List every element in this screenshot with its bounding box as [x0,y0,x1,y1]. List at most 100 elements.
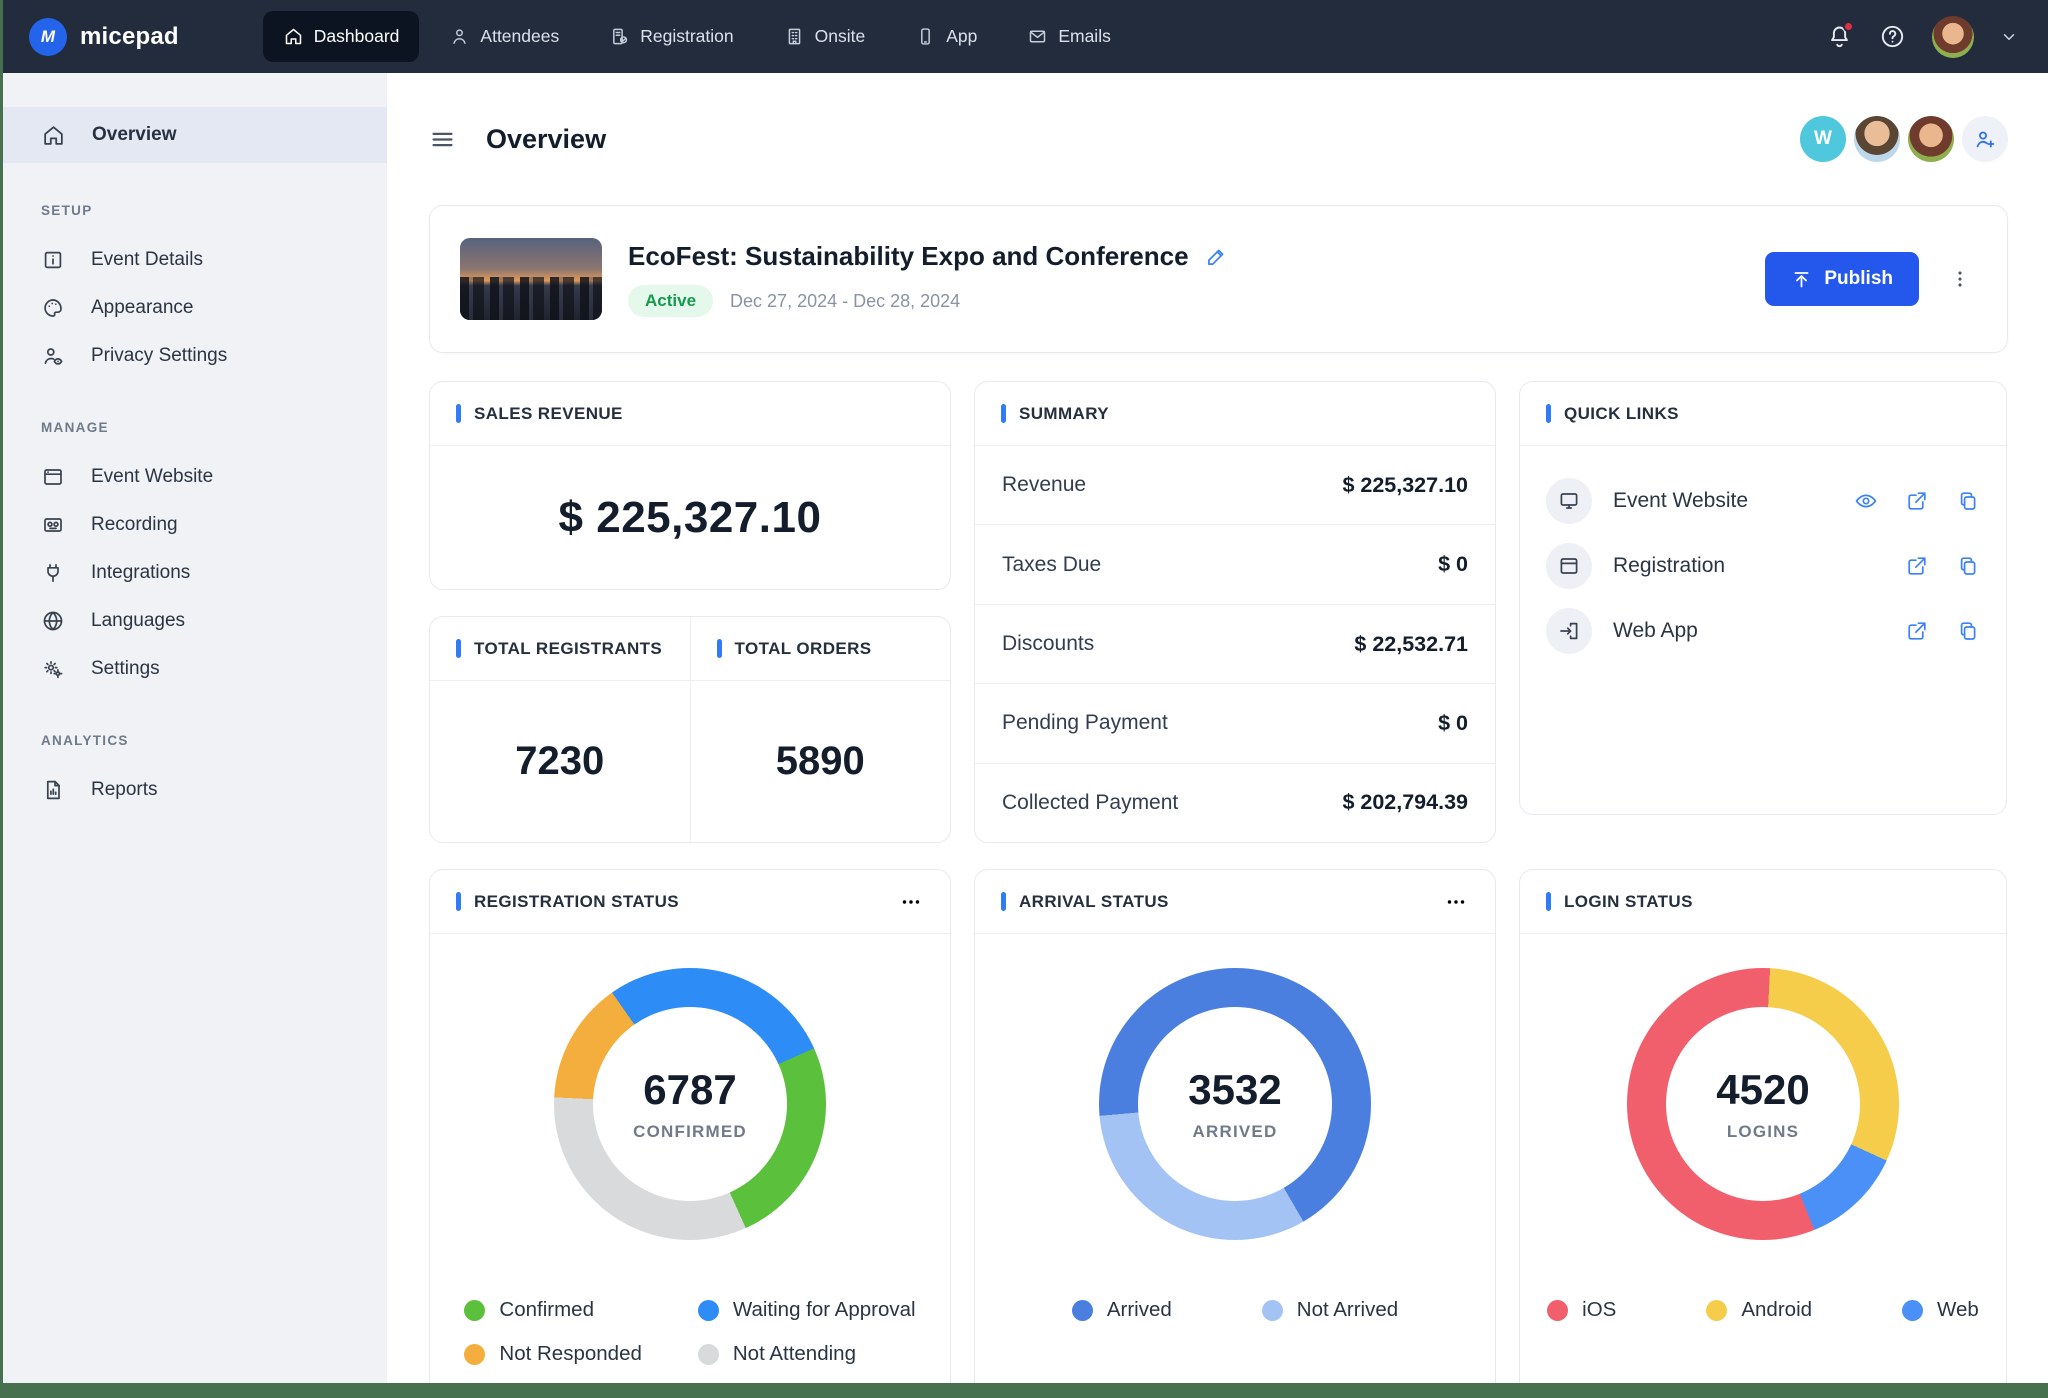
sidebar-item-overview[interactable]: Overview [3,107,387,163]
sidebar-item-privacy-settings[interactable]: Privacy Settings [3,332,387,380]
event-card: EcoFest: Sustainability Expo and Confere… [429,205,2008,353]
login-status-card: LOGIN STATUS 4520 LOGINS iOS Android [1519,869,2007,1383]
user-avatar[interactable] [1932,16,1974,58]
edit-event-title-button[interactable] [1205,245,1228,268]
quick-link-type-icon [1546,543,1592,589]
collapse-sidebar-button[interactable] [429,126,456,153]
accent-bar [1001,404,1006,423]
account-menu-button[interactable] [2000,28,2018,46]
legend-dot [464,1344,485,1365]
sidebar-section-analytics: ANALYTICS Reports [3,733,387,814]
sidebar-item-settings[interactable]: Settings [3,645,387,693]
legend-item: Confirmed [464,1298,641,1322]
attendees-icon [449,26,470,47]
open-link-icon [1905,489,1929,513]
sidebar-item-appearance[interactable]: Appearance [3,284,387,332]
arrival-status-card: ARRIVAL STATUS 3532 ARRIVED Arrived Not … [974,869,1496,1383]
sales-revenue-value: $ 225,327.10 [430,446,950,589]
home-icon [41,123,66,148]
notification-dot [1843,21,1854,32]
page-header: Overview W [429,113,2008,165]
accent-bar [717,639,722,658]
copy-button[interactable] [1956,554,1980,578]
summary-value: $ 225,327.10 [1342,473,1468,498]
brand[interactable]: M micepad [29,18,179,56]
status-badge: Active [628,285,713,317]
donut-center-value: 4520 [1716,1066,1809,1114]
card-menu-button[interactable] [898,889,924,915]
nav-item-dashboard[interactable]: Dashboard [263,11,420,62]
ellipsis-icon [898,889,924,915]
legend-item: Arrived [1072,1298,1172,1322]
summary-row: Collected Payment $ 202,794.39 [975,763,1495,842]
sidebar-item-reports[interactable]: Reports [3,766,387,814]
card-title: SALES REVENUE [474,404,623,424]
card-title: LOGIN STATUS [1564,892,1693,912]
donut-chart: 6787 CONFIRMED [554,968,826,1240]
nav-item-registration[interactable]: Registration [589,11,753,62]
app-icon [915,26,936,47]
nav-item-emails[interactable]: Emails [1007,11,1131,62]
micepad-logo-icon: M [29,18,67,56]
donut-center-label: ARRIVED [1193,1122,1278,1142]
open-link-icon [1905,554,1929,578]
open-link-button[interactable] [1905,554,1929,578]
publish-button[interactable]: Publish [1765,252,1919,306]
sidebar-item-recording[interactable]: Recording [3,501,387,549]
legend-item: Not Responded [464,1342,641,1366]
chart-legend: Arrived Not Arrived [975,1298,1495,1322]
quick-links-card: QUICK LINKS Event Website Registration W… [1519,381,2007,815]
sidebar-section-title: SETUP [3,203,387,218]
legend-dot [1072,1300,1093,1321]
chevron-down-icon [2000,28,2018,46]
brand-name: micepad [80,23,179,51]
summary-row: Pending Payment $ 0 [975,683,1495,762]
nav-item-attendees[interactable]: Attendees [429,11,579,62]
sidebar-item-label: Overview [92,124,177,146]
legend-label: Android [1741,1298,1812,1322]
legend-item: Web [1902,1298,1979,1322]
team-avatar[interactable] [1854,116,1900,162]
team-avatar[interactable] [1908,116,1954,162]
legend-label: Waiting for Approval [733,1298,916,1322]
web-app-icon [1557,619,1581,643]
open-link-button[interactable] [1905,619,1929,643]
open-link-icon [1905,619,1929,643]
sidebar-item-event-details[interactable]: Event Details [3,236,387,284]
team-avatar-initial[interactable]: W [1800,116,1846,162]
quick-link-label: Event Website [1613,489,1748,513]
legend-dot [1262,1300,1283,1321]
copy-button[interactable] [1956,489,1980,513]
legend-dot [1547,1300,1568,1321]
monitor-icon [1557,489,1581,513]
pencil-icon [1205,245,1228,268]
donut-chart: 3532 ARRIVED [1099,968,1371,1240]
sidebar: Overview SETUP Event Details Appearance … [3,73,387,1383]
add-member-button[interactable] [1962,116,2008,162]
main-content: Overview W EcoFest: Sustainability Expo … [387,73,2048,1383]
sidebar-section-title: MANAGE [3,420,387,435]
summary-row: Taxes Due $ 0 [975,524,1495,603]
summary-label: Pending Payment [1002,711,1168,735]
help-button[interactable] [1879,23,1906,50]
app-window: M micepad Dashboard Attendees Registrati… [3,0,2048,1383]
nav-item-onsite[interactable]: Onsite [764,11,886,62]
card-title: TOTAL ORDERS [735,639,872,659]
legend-label: iOS [1582,1298,1616,1322]
event-thumbnail[interactable] [460,238,602,320]
sidebar-item-event-website[interactable]: Event Website [3,453,387,501]
open-link-button[interactable] [1905,489,1929,513]
sidebar-item-integrations[interactable]: Integrations [3,549,387,597]
dashboard-icon [283,26,304,47]
help-icon [1879,23,1906,50]
copy-button[interactable] [1956,619,1980,643]
onsite-icon [784,26,805,47]
sidebar-item-languages[interactable]: Languages [3,597,387,645]
quick-link-row: Event Website [1546,468,1980,533]
summary-value: $ 22,532.71 [1354,632,1468,657]
preview-button[interactable] [1854,489,1878,513]
event-menu-button[interactable] [1943,262,1977,296]
nav-item-app[interactable]: App [895,11,997,62]
card-menu-button[interactable] [1443,889,1469,915]
notifications-button[interactable] [1826,23,1853,50]
